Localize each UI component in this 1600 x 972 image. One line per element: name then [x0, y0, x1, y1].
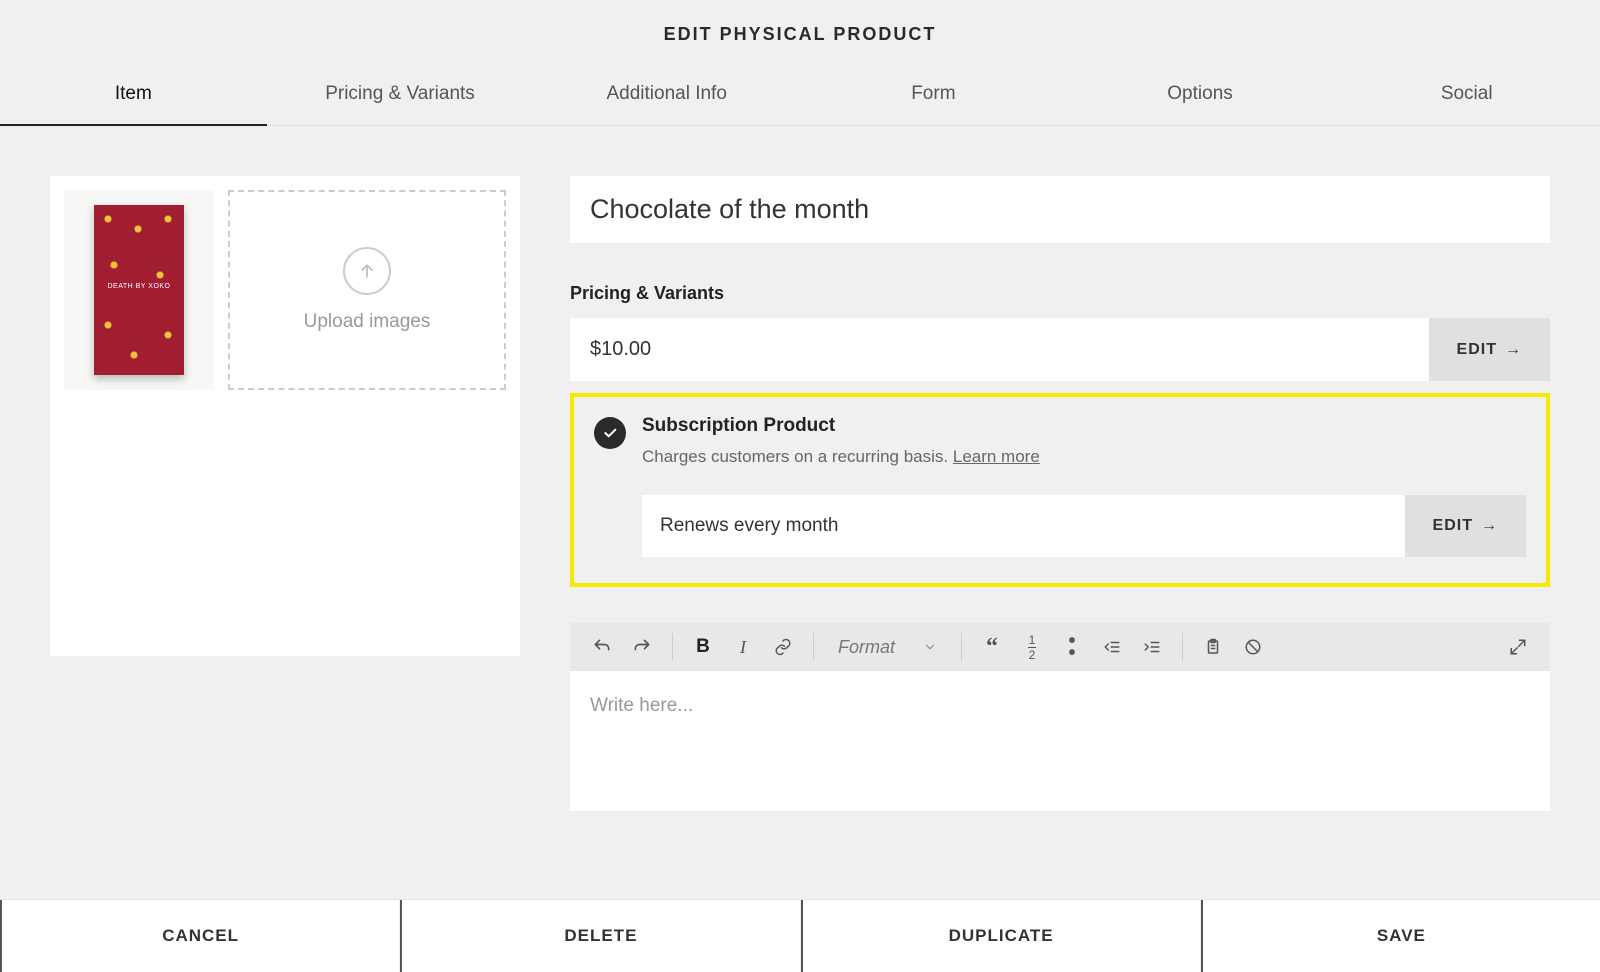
italic-icon[interactable]: I	[723, 623, 763, 671]
clear-format-icon[interactable]	[1233, 623, 1273, 671]
arrow-right-icon: →	[1505, 341, 1522, 359]
upload-arrow-icon	[343, 247, 391, 295]
images-panel: DEATH BY XOKO Upload images	[50, 176, 520, 656]
footer-bar: CANCEL DELETE DUPLICATE SAVE	[0, 899, 1600, 972]
redo-icon[interactable]	[622, 623, 662, 671]
toolbar-separator	[961, 633, 962, 661]
checkmark-icon	[602, 425, 618, 441]
product-image-thumbnail[interactable]: DEATH BY XOKO	[64, 190, 214, 390]
tab-item[interactable]: Item	[0, 63, 267, 125]
toolbar-separator	[813, 633, 814, 661]
clipboard-icon[interactable]	[1193, 623, 1233, 671]
link-icon[interactable]	[763, 623, 803, 671]
subscription-title: Subscription Product	[642, 415, 1040, 437]
arrow-right-icon: →	[1481, 517, 1498, 535]
format-dropdown[interactable]: Format	[824, 637, 951, 658]
product-name-input[interactable]	[570, 176, 1550, 243]
tab-options[interactable]: Options	[1067, 63, 1334, 125]
thumb-label-text: DEATH BY XOKO	[94, 283, 184, 290]
pricing-edit-button[interactable]: EDIT →	[1429, 318, 1550, 381]
numbered-list-icon[interactable]: 12	[1012, 623, 1052, 671]
toolbar-separator	[1182, 633, 1183, 661]
bold-icon[interactable]: B	[683, 623, 723, 671]
tab-additional-info[interactable]: Additional Info	[533, 63, 800, 125]
description-editor[interactable]: Write here...	[570, 671, 1550, 811]
editor-toolbar: B I Format “ 12 ••	[570, 623, 1550, 671]
learn-more-link[interactable]: Learn more	[953, 447, 1040, 466]
chocolate-bar-graphic: DEATH BY XOKO	[94, 205, 184, 375]
toolbar-separator	[672, 633, 673, 661]
subscription-highlight: Subscription Product Charges customers o…	[570, 393, 1550, 587]
subscription-description: Charges customers on a recurring basis. …	[642, 447, 1040, 467]
outdent-icon[interactable]	[1092, 623, 1132, 671]
upload-label: Upload images	[304, 311, 431, 333]
tab-social[interactable]: Social	[1333, 63, 1600, 125]
renewal-edit-button[interactable]: EDIT →	[1405, 495, 1526, 557]
expand-icon[interactable]	[1498, 623, 1538, 671]
tab-form[interactable]: Form	[800, 63, 1067, 125]
duplicate-button[interactable]: DUPLICATE	[801, 900, 1201, 972]
format-label: Format	[838, 637, 895, 658]
pricing-row: $10.00 EDIT →	[570, 318, 1550, 381]
page-title: EDIT PHYSICAL PRODUCT	[0, 0, 1600, 63]
price-value: $10.00	[570, 318, 1429, 381]
renewal-text: Renews every month	[642, 495, 1405, 557]
tab-pricing-variants[interactable]: Pricing & Variants	[267, 63, 534, 125]
subscription-checkbox[interactable]	[594, 417, 626, 449]
subscription-desc-text: Charges customers on a recurring basis.	[642, 447, 953, 466]
renewal-row: Renews every month EDIT →	[642, 495, 1526, 557]
delete-button[interactable]: DELETE	[400, 900, 800, 972]
edit-label: EDIT	[1457, 341, 1497, 359]
edit-label: EDIT	[1433, 517, 1473, 535]
bullet-list-icon[interactable]: ••	[1052, 623, 1092, 671]
save-button[interactable]: SAVE	[1201, 900, 1600, 972]
tabs-bar: Item Pricing & Variants Additional Info …	[0, 63, 1600, 126]
upload-images-button[interactable]: Upload images	[228, 190, 506, 390]
pricing-section-label: Pricing & Variants	[570, 283, 1550, 304]
undo-icon[interactable]	[582, 623, 622, 671]
indent-icon[interactable]	[1132, 623, 1172, 671]
chevron-down-icon	[923, 640, 937, 654]
quote-icon[interactable]: “	[972, 623, 1012, 671]
cancel-button[interactable]: CANCEL	[0, 900, 400, 972]
